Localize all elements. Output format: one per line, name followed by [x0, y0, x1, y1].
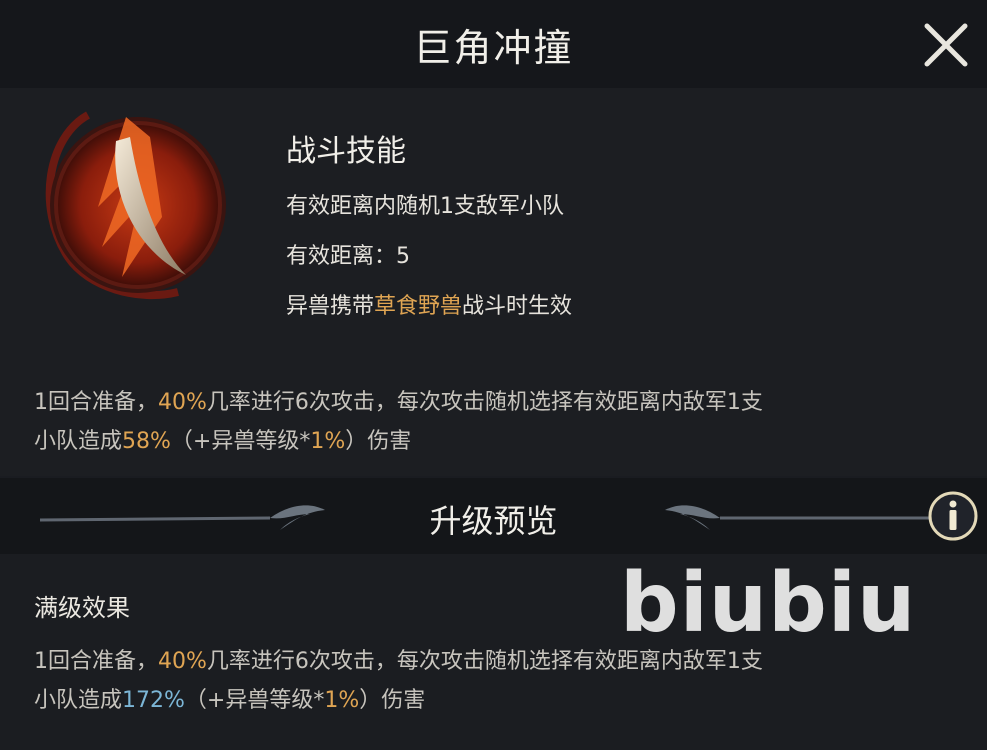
skill-range-text: 有效距离：5: [286, 244, 410, 269]
effect-text: ）伤害: [359, 688, 426, 713]
horn-skill-icon: [45, 111, 226, 299]
max-effect-chance: 40%: [158, 649, 207, 674]
upgrade-preview-title: 升级预览: [429, 502, 558, 540]
max-level-label: 满级效果: [34, 594, 130, 622]
effect-text: （+异兽等级*: [170, 429, 311, 454]
skill-target-text: 有效距离内随机1支敌军小队: [286, 194, 564, 219]
max-effect-description: 1回合准备，40%几率进行6次攻击，每次攻击随机选择有效距离内敌军1支 小队造成1…: [34, 642, 964, 720]
effect-text: ）伤害: [345, 429, 412, 454]
effect-text: （+异兽等级*: [184, 688, 325, 713]
dialog-title: 巨角冲撞: [413, 25, 574, 70]
close-icon[interactable]: [919, 18, 973, 72]
effect-scale: 1%: [310, 429, 346, 454]
condition-prefix: 异兽携带: [286, 294, 375, 319]
effect-text: 几率进行6次攻击，每次攻击随机选择有效距离内敌军1支: [206, 390, 763, 415]
skill-type-label: 战斗技能: [286, 134, 406, 169]
effect-damage: 58%: [122, 429, 171, 454]
current-effect-description: 1回合准备，40%几率进行6次攻击，每次攻击随机选择有效距离内敌军1支小队造成5…: [34, 383, 964, 461]
effect-text: 小队造成: [34, 688, 123, 713]
watermark: biubiu: [620, 556, 917, 651]
info-icon[interactable]: [926, 489, 980, 543]
condition-highlight: 草食野兽: [374, 294, 463, 319]
condition-suffix: 战斗时生效: [462, 294, 573, 319]
effect-text: 1回合准备，: [34, 390, 158, 415]
effect-chance: 40%: [158, 390, 207, 415]
effect-text: 小队造成: [34, 429, 123, 454]
skill-condition-text: 异兽携带草食野兽战斗时生效: [286, 288, 572, 320]
effect-text: 1回合准备，: [34, 649, 158, 674]
max-effect-scale: 1%: [324, 688, 360, 713]
dialog-header: 巨角冲撞: [0, 0, 987, 88]
max-effect-damage: 172%: [122, 688, 185, 713]
effect-text: 几率进行6次攻击，每次攻击随机选择有效距离内敌军1支: [206, 649, 763, 674]
